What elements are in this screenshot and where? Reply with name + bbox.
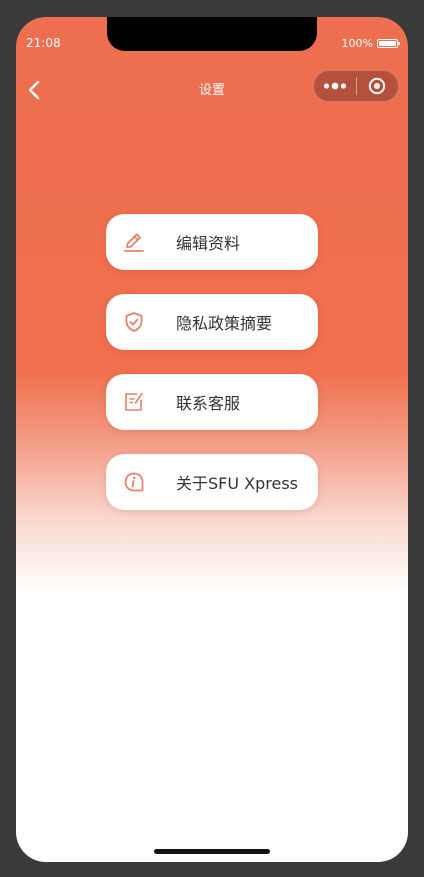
menu-item-privacy-policy[interactable]: 隐私政策摘要 bbox=[106, 294, 318, 350]
close-mini-program-button[interactable] bbox=[357, 71, 398, 101]
device-frame: 21:08 100% 设置 编辑资料 隐私政策摘要 联系客服 关于SFU Xpr… bbox=[0, 0, 424, 877]
camera-notch bbox=[107, 17, 317, 51]
phone-screen: 21:08 100% 设置 编辑资料 隐私政策摘要 联系客服 关于SFU Xpr… bbox=[16, 17, 408, 862]
settings-menu: 编辑资料 隐私政策摘要 联系客服 关于SFU Xpress bbox=[106, 214, 318, 534]
menu-item-label: 关于SFU Xpress bbox=[176, 474, 299, 493]
more-dots-icon bbox=[323, 82, 347, 90]
shield-check-icon bbox=[122, 310, 146, 334]
note-edit-icon bbox=[122, 390, 146, 414]
menu-item-label: 编辑资料 bbox=[176, 234, 241, 253]
menu-item-about[interactable]: 关于SFU Xpress bbox=[106, 454, 318, 510]
battery-icon bbox=[377, 39, 400, 48]
info-icon bbox=[122, 470, 146, 494]
status-time: 21:08 bbox=[26, 36, 61, 50]
battery-percent: 100% bbox=[341, 37, 373, 50]
home-indicator bbox=[154, 849, 270, 854]
status-battery: 100% bbox=[341, 37, 400, 50]
menu-item-contact-support[interactable]: 联系客服 bbox=[106, 374, 318, 430]
target-circle-icon bbox=[369, 77, 386, 95]
mini-program-capsule bbox=[313, 70, 399, 102]
menu-item-label: 隐私政策摘要 bbox=[176, 314, 273, 333]
more-button[interactable] bbox=[314, 71, 356, 101]
menu-item-label: 联系客服 bbox=[176, 394, 241, 413]
edit-icon bbox=[122, 230, 146, 254]
menu-item-edit-profile[interactable]: 编辑资料 bbox=[106, 214, 318, 270]
